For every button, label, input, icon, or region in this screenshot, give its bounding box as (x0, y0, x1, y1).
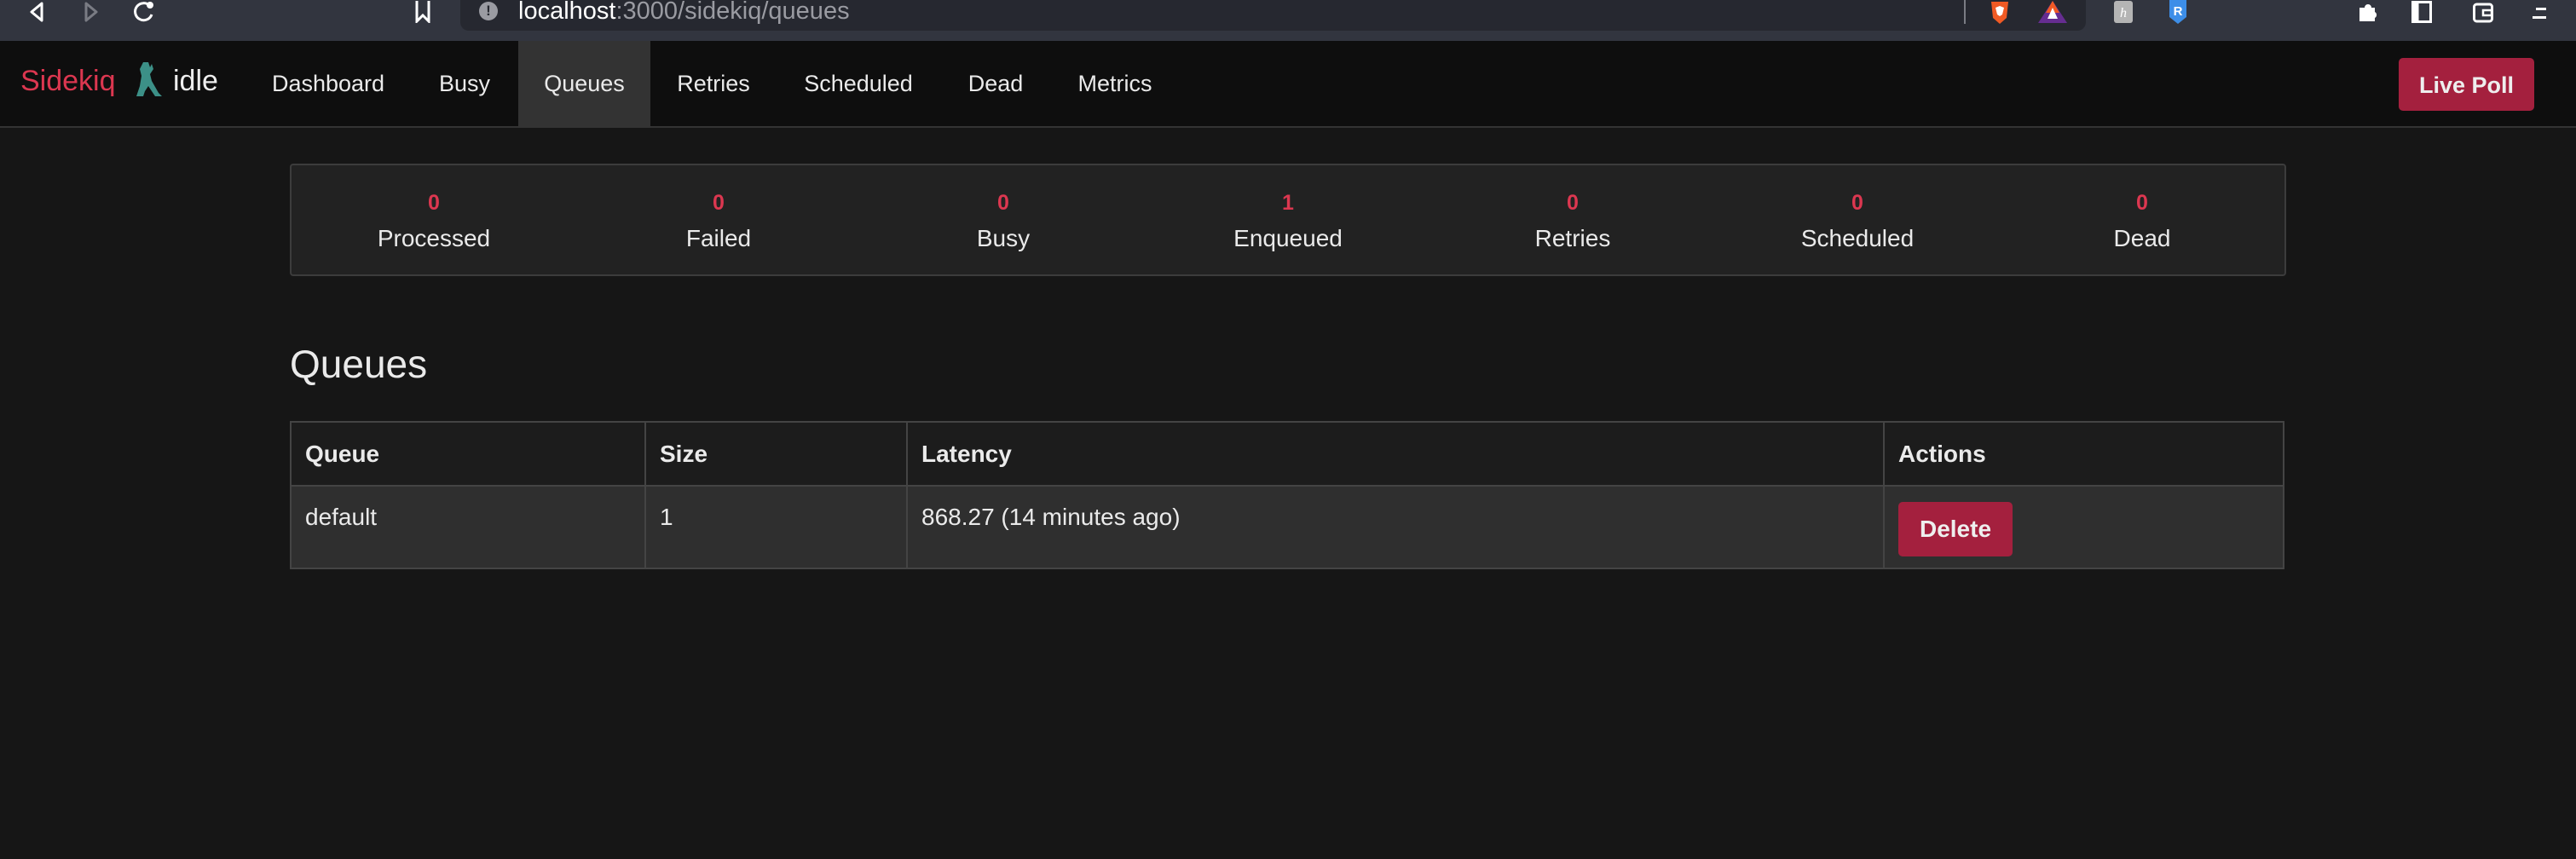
address-bar-divider (1964, 0, 1966, 24)
forward-icon[interactable] (78, 0, 104, 24)
address-bar[interactable]: ! localhost:3000/sidekiq/queues (460, 0, 2086, 31)
queues-table: Queue Size Latency Actions default 1 868… (290, 421, 2284, 569)
queue-size: 1 (644, 485, 908, 569)
stat-count: 1 (1282, 191, 1294, 215)
nav-item-metrics[interactable]: Metrics (1066, 41, 1164, 126)
stat-enqueued[interactable]: 1 Enqueued (1146, 165, 1430, 274)
table-row: default 1 868.27 (14 minutes ago) Delete (290, 485, 2284, 569)
column-header-actions: Actions (1883, 421, 2284, 487)
stat-failed[interactable]: 0 Failed (576, 165, 861, 274)
stat-label: Processed (377, 225, 491, 251)
stat-label: Failed (685, 225, 752, 251)
stat-busy[interactable]: 0 Busy (861, 165, 1146, 274)
extension-h-icon[interactable]: h (2111, 0, 2136, 24)
stat-count: 0 (997, 191, 1009, 215)
stat-label: Enqueued (1233, 225, 1343, 251)
sidebar-icon[interactable] (2407, 0, 2436, 24)
live-poll-button[interactable]: Live Poll (2399, 58, 2534, 111)
nav-item-dashboard[interactable]: Dashboard (254, 41, 402, 126)
url-host: localhost (518, 0, 616, 25)
wallet-icon[interactable] (2469, 0, 2498, 24)
column-header-latency: Latency (906, 421, 1885, 487)
stat-scheduled[interactable]: 0 Scheduled (1715, 165, 2000, 274)
stat-label: Busy (976, 225, 1031, 251)
nav-item-queues[interactable]: Queues (518, 41, 650, 126)
stat-label: Retries (1534, 225, 1611, 251)
menu-icon[interactable] (2527, 0, 2552, 24)
brand-link[interactable]: Sidekiq (20, 65, 116, 98)
page-title: Queues (290, 342, 428, 386)
stat-count: 0 (428, 191, 440, 215)
nav-item-retries[interactable]: Retries (661, 41, 765, 126)
browser-toolbar: ! localhost:3000/sidekiq/queues h R (0, 0, 2576, 41)
url-path: :3000/sidekiq/queues (615, 0, 850, 25)
bookmark-icon[interactable] (413, 0, 433, 24)
stat-count: 0 (1567, 191, 1579, 215)
stat-retries[interactable]: 0 Retries (1430, 165, 1715, 274)
queue-name-link[interactable]: default (290, 485, 646, 569)
navbar: Sidekiq idle Dashboard Busy Queues Retri… (0, 41, 2576, 128)
brave-rewards-icon[interactable] (2037, 0, 2068, 24)
stats-summary: 0 Processed 0 Failed 0 Busy 1 Enqueued 0… (290, 164, 2286, 276)
nav-item-busy[interactable]: Busy (418, 41, 511, 126)
url-text: localhost:3000/sidekiq/queues (518, 0, 850, 26)
process-status: idle (173, 65, 218, 97)
svg-text:R: R (2174, 4, 2183, 19)
queue-latency: 868.27 (14 minutes ago) (906, 485, 1885, 569)
stat-count: 0 (713, 191, 725, 215)
stat-count: 0 (2136, 191, 2148, 215)
table-header-row: Queue Size Latency Actions (290, 421, 2284, 487)
nav-item-dead[interactable]: Dead (953, 41, 1038, 126)
brave-shields-icon[interactable] (1986, 0, 2013, 24)
queue-actions: Delete (1883, 485, 2284, 569)
extensions-puzzle-icon[interactable] (2354, 0, 2383, 24)
stat-count: 0 (1851, 191, 1863, 215)
delete-queue-button[interactable]: Delete (1898, 502, 2013, 556)
column-header-queue: Queue (290, 421, 646, 487)
nav-item-scheduled[interactable]: Scheduled (788, 41, 929, 126)
extension-shield-icon[interactable]: R (2165, 0, 2191, 24)
svg-text:h: h (2120, 6, 2127, 20)
back-icon[interactable] (24, 0, 49, 24)
stat-label: Scheduled (1800, 225, 1915, 251)
stat-dead[interactable]: 0 Dead (2000, 165, 2284, 274)
stat-processed[interactable]: 0 Processed (292, 165, 576, 274)
site-info-icon[interactable]: ! (479, 2, 498, 20)
column-header-size: Size (644, 421, 908, 487)
sidekiq-logo-icon (133, 62, 162, 101)
stat-label: Dead (2113, 225, 2171, 251)
reload-icon[interactable] (131, 0, 157, 24)
